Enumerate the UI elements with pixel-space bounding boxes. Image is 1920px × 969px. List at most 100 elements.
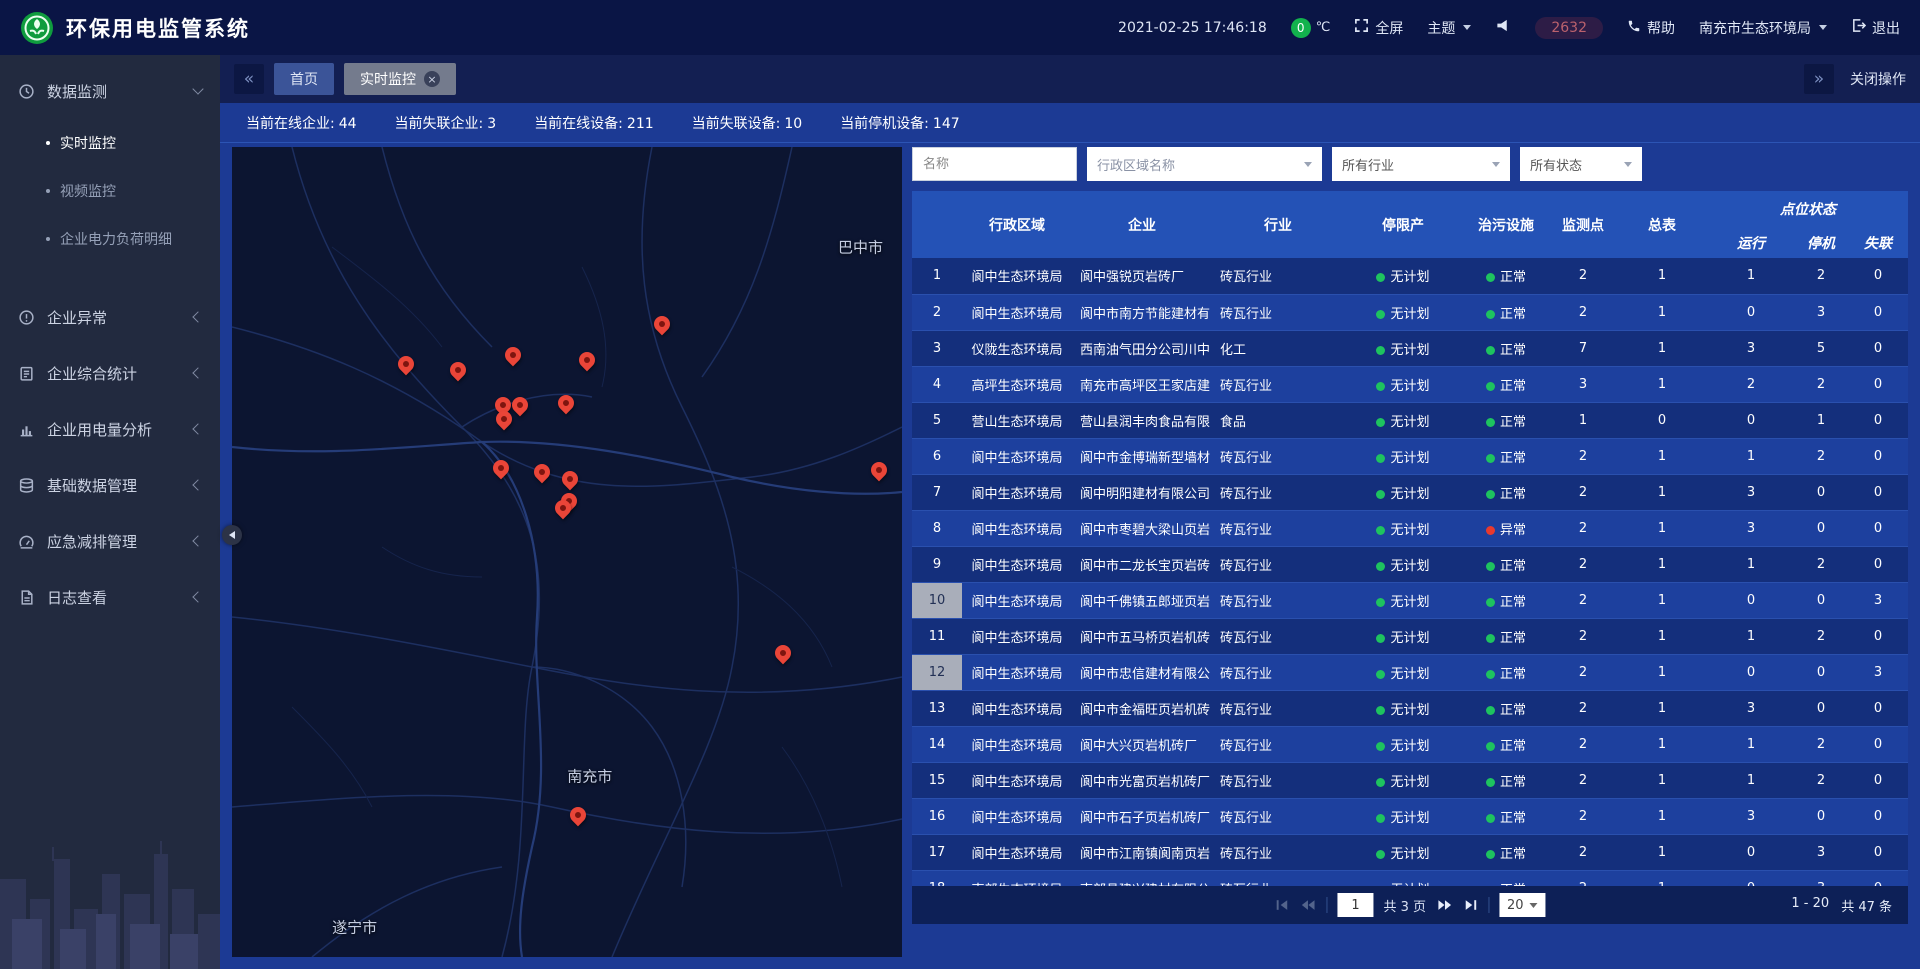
cell-row-number[interactable]: 11 xyxy=(912,618,962,654)
cell-industry: 砖瓦行业 xyxy=(1212,510,1344,546)
top-header: 环保用电监管系统 2021-02-25 17:46:18 0 ℃ 全屏 主题 2… xyxy=(0,0,1920,55)
sidebar-group-company-statistics[interactable]: 企业综合统计 xyxy=(0,345,220,401)
map-pin[interactable] xyxy=(867,459,890,482)
cell-row-number[interactable]: 16 xyxy=(912,798,962,834)
table-row[interactable]: 18南部生态环境局南部县建兴建材有限公砖瓦行业无计划正常21030 xyxy=(912,870,1908,886)
table-row[interactable]: 5营山生态环境局营山县润丰肉食品有限食品无计划正常10010 xyxy=(912,402,1908,438)
status-filter-select[interactable]: 所有状态 xyxy=(1520,147,1642,181)
green-dot-icon xyxy=(1376,454,1385,463)
table-row[interactable]: 3仪陇生态环境局西南油气田分公司川中化工无计划正常71350 xyxy=(912,330,1908,366)
map-pin[interactable] xyxy=(559,468,582,491)
sidebar-item-power-load-detail[interactable]: 企业电力负荷明细 xyxy=(0,215,220,263)
map-pin[interactable] xyxy=(447,359,470,382)
map-pin[interactable] xyxy=(531,461,554,484)
sidebar-group-base-data[interactable]: 基础数据管理 xyxy=(0,457,220,513)
tab-close-icon[interactable]: × xyxy=(424,71,440,87)
map-pin[interactable] xyxy=(567,803,590,826)
cell-row-number[interactable]: 8 xyxy=(912,510,962,546)
cell-row-number[interactable]: 1 xyxy=(912,258,962,294)
fullscreen-button[interactable]: 全屏 xyxy=(1354,18,1403,38)
cell-industry: 砖瓦行业 xyxy=(1212,690,1344,726)
cell-row-number[interactable]: 18 xyxy=(912,870,962,886)
cell-company: 阆中强锐页岩砖厂 xyxy=(1072,258,1212,294)
cell-row-number[interactable]: 9 xyxy=(912,546,962,582)
table-row[interactable]: 15阆中生态环境局阆中市光富页岩机砖厂砖瓦行业无计划正常21120 xyxy=(912,762,1908,798)
sidebar-item-video-monitoring[interactable]: 视频监控 xyxy=(0,167,220,215)
red-dot-icon xyxy=(1486,526,1495,535)
sidebar-group-emergency-reduction[interactable]: 应急减排管理 xyxy=(0,513,220,569)
theme-dropdown[interactable]: 主题 xyxy=(1427,18,1471,38)
cell-row-number[interactable]: 2 xyxy=(912,294,962,330)
cell-row-number[interactable]: 6 xyxy=(912,438,962,474)
sidebar-collapse-button[interactable] xyxy=(222,525,242,545)
sidebar-group-power-analysis[interactable]: 企业用电量分析 xyxy=(0,401,220,457)
notification-count-badge[interactable]: 2632 xyxy=(1535,17,1603,39)
table-row[interactable]: 12阆中生态环境局阆中市忠信建材有限公砖瓦行业无计划正常21003 xyxy=(912,654,1908,690)
tab-home[interactable]: 首页 xyxy=(274,63,334,95)
map-panel[interactable]: 巴中市南充市遂宁市 xyxy=(232,147,902,957)
sidebar-menu: 数据监测实时监控视频监控企业电力负荷明细企业异常企业综合统计企业用电量分析基础数… xyxy=(0,63,220,625)
cell-row-number[interactable]: 10 xyxy=(912,582,962,618)
table-row[interactable]: 6阆中生态环境局阆中市金博瑞新型墙材砖瓦行业无计划正常21120 xyxy=(912,438,1908,474)
map-pin[interactable] xyxy=(502,344,525,367)
volume-button[interactable] xyxy=(1495,18,1511,37)
cell-industry: 砖瓦行业 xyxy=(1212,258,1344,294)
cell-row-number[interactable]: 4 xyxy=(912,366,962,402)
sidebar-group-data-monitoring[interactable]: 数据监测 xyxy=(0,63,220,119)
cell-monitor-count: 2 xyxy=(1550,834,1616,870)
name-filter-input[interactable] xyxy=(912,147,1077,181)
map-pin[interactable] xyxy=(509,393,532,416)
org-dropdown[interactable]: 南充市生态环境局 xyxy=(1699,18,1827,38)
app-root: 环保用电监管系统 2021-02-25 17:46:18 0 ℃ 全屏 主题 2… xyxy=(0,0,1920,969)
cell-row-number[interactable]: 17 xyxy=(912,834,962,870)
map-pin[interactable] xyxy=(576,349,599,372)
cell-row-number[interactable]: 3 xyxy=(912,330,962,366)
table-row[interactable]: 13阆中生态环境局阆中市金福旺页岩机砖砖瓦行业无计划正常21300 xyxy=(912,690,1908,726)
table-row[interactable]: 9阆中生态环境局阆中市二龙长宝页岩砖砖瓦行业无计划正常21120 xyxy=(912,546,1908,582)
table-row[interactable]: 11阆中生态环境局阆中市五马桥页岩机砖砖瓦行业无计划正常21120 xyxy=(912,618,1908,654)
map-pin[interactable] xyxy=(490,457,513,480)
cell-region: 阆中生态环境局 xyxy=(962,258,1072,294)
close-operations-button[interactable]: 关闭操作 xyxy=(1850,69,1906,89)
table-row[interactable]: 2阆中生态环境局阆中市南方节能建材有砖瓦行业无计划正常21030 xyxy=(912,294,1908,330)
tab-realtime-monitoring[interactable]: 实时监控 × xyxy=(344,63,456,95)
table-row[interactable]: 7阆中生态环境局阆中明阳建材有限公司砖瓦行业无计划正常21300 xyxy=(912,474,1908,510)
table-row[interactable]: 17阆中生态环境局阆中市江南镇阆南页岩砖瓦行业无计划正常21030 xyxy=(912,834,1908,870)
map-pin[interactable] xyxy=(395,353,418,376)
cell-row-number[interactable]: 7 xyxy=(912,474,962,510)
sidebar-group-company-abnormal[interactable]: 企业异常 xyxy=(0,289,220,345)
cell-row-number[interactable]: 13 xyxy=(912,690,962,726)
table-row[interactable]: 1阆中生态环境局阆中强锐页岩砖厂砖瓦行业无计划正常21120 xyxy=(912,258,1908,294)
map-pin[interactable] xyxy=(772,641,795,664)
table-row[interactable]: 4高坪生态环境局南充市高坪区王家店建砖瓦行业无计划正常31220 xyxy=(912,366,1908,402)
app-logo-icon xyxy=(20,11,54,45)
last-page-button[interactable] xyxy=(1463,898,1478,912)
table-row[interactable]: 16阆中生态环境局阆中市石子页岩机砖厂砖瓦行业无计划正常21300 xyxy=(912,798,1908,834)
table-row[interactable]: 8阆中生态环境局阆中市枣碧大梁山页岩砖瓦行业无计划异常21300 xyxy=(912,510,1908,546)
page-size-select[interactable]: 20 xyxy=(1499,893,1546,917)
map-pin[interactable] xyxy=(555,392,578,415)
cell-row-number[interactable]: 15 xyxy=(912,762,962,798)
industry-filter-select[interactable]: 所有行业 xyxy=(1332,147,1510,181)
cell-row-number[interactable]: 12 xyxy=(912,654,962,690)
cell-row-number[interactable]: 5 xyxy=(912,402,962,438)
table-row[interactable]: 14阆中生态环境局阆中大兴页岩机砖厂砖瓦行业无计划正常21120 xyxy=(912,726,1908,762)
stat-online-companies: 当前在线企业:44 xyxy=(246,113,357,133)
tabs-scroll-left-icon[interactable]: « xyxy=(234,64,264,94)
prev-page-button[interactable] xyxy=(1299,898,1316,912)
region-filter-select[interactable]: 行政区域名称 xyxy=(1087,147,1322,181)
first-page-button[interactable] xyxy=(1274,898,1289,912)
sidebar-group-log-view[interactable]: 日志查看 xyxy=(0,569,220,625)
next-page-button[interactable] xyxy=(1436,898,1453,912)
sidebar-item-realtime-monitoring[interactable]: 实时监控 xyxy=(0,119,220,167)
logout-button[interactable]: 退出 xyxy=(1851,18,1900,38)
tabs-scroll-right-icon[interactable]: » xyxy=(1804,64,1834,94)
cell-row-number[interactable]: 14 xyxy=(912,726,962,762)
green-dot-icon xyxy=(1486,778,1495,787)
map-pin[interactable] xyxy=(493,408,516,431)
table-row[interactable]: 10阆中生态环境局阆中千佛镇五郎垭页岩砖瓦行业无计划正常21003 xyxy=(912,582,1908,618)
help-button[interactable]: 帮助 xyxy=(1627,18,1675,38)
page-number-input[interactable] xyxy=(1337,893,1373,917)
map-pin[interactable] xyxy=(651,312,674,335)
cell-monitor-count: 2 xyxy=(1550,654,1616,690)
